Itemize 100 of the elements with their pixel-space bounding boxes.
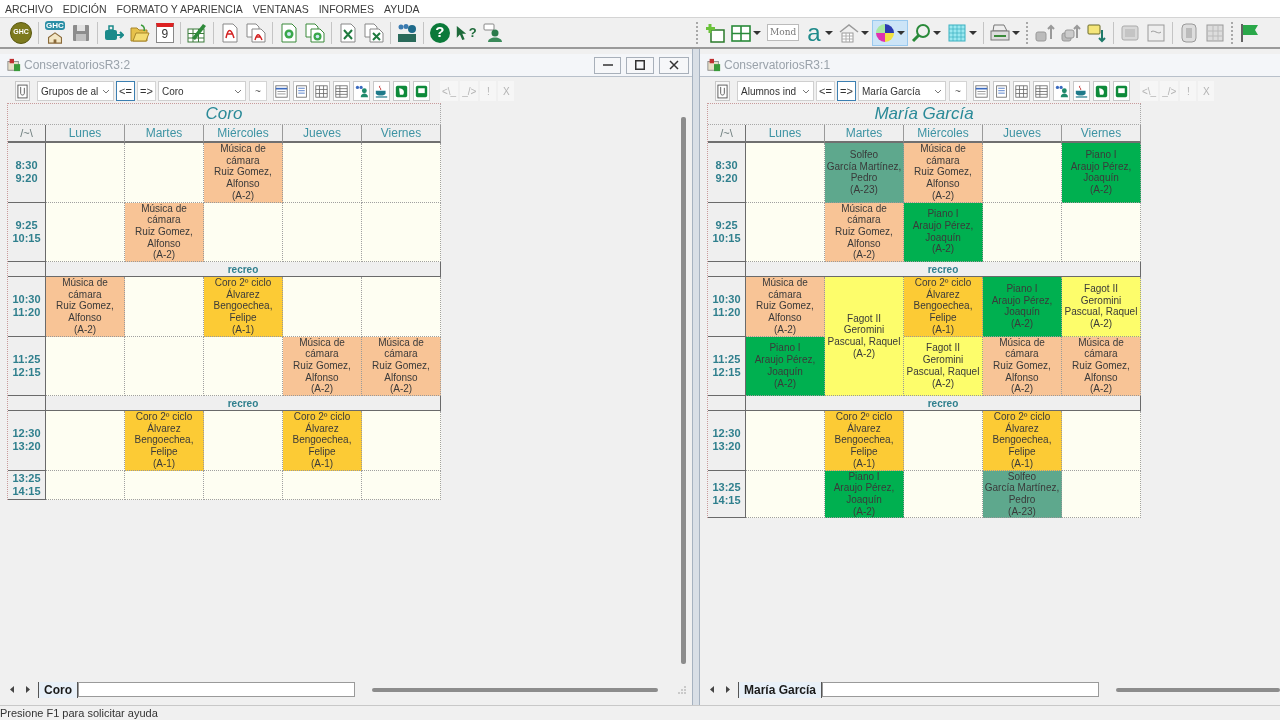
vertical-scrollbar-thumb[interactable] bbox=[681, 117, 686, 664]
caret-down-icon bbox=[896, 30, 905, 35]
people-button[interactable] bbox=[1053, 81, 1070, 101]
start-time: 11:25 bbox=[712, 352, 741, 366]
corner-label: /~\ bbox=[708, 125, 746, 143]
grid-columns-button[interactable] bbox=[313, 81, 330, 101]
menu-item[interactable]: EDICIÓN bbox=[57, 1, 112, 16]
screen-tile-icon bbox=[415, 84, 428, 98]
magnifier-icon bbox=[910, 22, 931, 43]
menu-item[interactable]: AYUDA bbox=[379, 1, 425, 16]
week-grid-button[interactable] bbox=[973, 81, 990, 101]
document-button[interactable] bbox=[15, 81, 30, 101]
end-time: 12:15 bbox=[12, 365, 41, 379]
subject-name: Música de cámara bbox=[140, 202, 188, 226]
sheet-tab[interactable]: María García bbox=[738, 681, 823, 698]
boxes-up-arrow-icon bbox=[1060, 22, 1081, 43]
minimize-button[interactable] bbox=[594, 56, 621, 74]
day-header: Jueves bbox=[983, 125, 1062, 143]
room-label: (A-2) bbox=[1010, 383, 1034, 396]
document-lines-icon bbox=[995, 84, 1008, 98]
nav-button[interactable]: <= bbox=[816, 81, 835, 101]
home-button[interactable]: GHC bbox=[42, 19, 68, 46]
start-time: 9:25 bbox=[15, 218, 38, 232]
menu-item[interactable]: VENTANAS bbox=[247, 1, 314, 16]
subject-name: Coro 2º ciclo bbox=[293, 411, 351, 423]
cup-button[interactable] bbox=[373, 81, 390, 101]
cup-icon bbox=[375, 84, 388, 98]
day-header: Miércoles bbox=[904, 125, 983, 143]
flag-icon bbox=[1239, 22, 1260, 43]
room-label: (A-1) bbox=[931, 323, 955, 336]
context-help-button[interactable]: ? bbox=[452, 19, 480, 46]
caret-down-icon bbox=[1011, 30, 1020, 35]
caret-down-icon bbox=[860, 30, 869, 35]
font-button[interactable]: a bbox=[802, 19, 836, 46]
document-button[interactable] bbox=[715, 81, 730, 101]
teacher-name: Araujo Pérez, Joaquín bbox=[911, 220, 975, 244]
framed-box-icon bbox=[1119, 22, 1140, 43]
subject-name: Música de cámara bbox=[61, 277, 109, 301]
item-select[interactable]: Coro bbox=[158, 81, 246, 101]
nav-button[interactable]: <= bbox=[116, 81, 135, 101]
box-up-arrow-icon bbox=[1034, 22, 1055, 43]
grid-columns-icon bbox=[1015, 84, 1028, 98]
subject-name: Música de cámara bbox=[1077, 336, 1125, 360]
subject-name: Música de cámara bbox=[377, 336, 425, 360]
colors-button[interactable] bbox=[871, 19, 908, 46]
teacher-name: Ruiz Gomez, Alfonso bbox=[992, 359, 1052, 384]
app-icon bbox=[7, 58, 21, 72]
view-select[interactable]: Alumnos ind bbox=[737, 81, 814, 101]
leaf-tile-button[interactable] bbox=[393, 81, 410, 101]
menu-item[interactable]: INFORMES bbox=[313, 1, 380, 16]
menu-item[interactable]: FORMATO Y APARIENCIA bbox=[111, 1, 248, 16]
teacher-name: Araujo Pérez, Joaquín bbox=[990, 294, 1054, 318]
document-lines-button[interactable] bbox=[293, 81, 310, 101]
subject-name: Piano I bbox=[848, 470, 880, 483]
teacher-name: Álvarez Bengoechea, Felipe bbox=[212, 288, 274, 324]
leaf-tile-button[interactable] bbox=[1093, 81, 1110, 101]
briefcase-arrow-icon bbox=[103, 22, 124, 43]
week-grid-button[interactable] bbox=[273, 81, 290, 101]
day-header: Jueves bbox=[283, 125, 362, 143]
pdf-documents-icon bbox=[245, 22, 266, 43]
view-select[interactable]: Grupos de al bbox=[37, 81, 114, 101]
room-label: (A-2) bbox=[1010, 318, 1034, 330]
screen-tile-button[interactable] bbox=[1113, 81, 1130, 101]
nav-button[interactable]: => bbox=[837, 81, 856, 101]
screen-tile-icon bbox=[1115, 84, 1128, 98]
table-columns-button[interactable] bbox=[333, 81, 350, 101]
sheet-tab[interactable]: Coro bbox=[38, 681, 78, 698]
status-text: Presione F1 para solicitar ayuda bbox=[0, 706, 158, 720]
close-button[interactable] bbox=[659, 56, 689, 74]
subject-name: Coro 2º ciclo bbox=[993, 411, 1051, 423]
table-columns-button[interactable] bbox=[1033, 81, 1050, 101]
subject-name: Fagot II bbox=[926, 342, 960, 355]
people-button[interactable] bbox=[353, 81, 370, 101]
room-label: (A-2) bbox=[852, 505, 876, 518]
item-select[interactable]: María García bbox=[858, 81, 946, 101]
horizontal-scrollbar-thumb[interactable] bbox=[1116, 687, 1280, 692]
document-lines-button[interactable] bbox=[993, 81, 1010, 101]
mode-button[interactable]: ~ bbox=[249, 81, 267, 101]
horizontal-scrollbar-thumb[interactable] bbox=[372, 687, 658, 692]
menu-item[interactable]: ARCHIVO bbox=[0, 1, 58, 16]
scroll-right-icon bbox=[726, 686, 730, 693]
start-time: 8:30 bbox=[15, 159, 38, 173]
room-label: (A-2) bbox=[931, 189, 955, 202]
break-label: recreo bbox=[46, 262, 441, 278]
globe-documents-icon bbox=[304, 22, 325, 43]
subject-name: Fagot II bbox=[847, 312, 881, 325]
day-header: Martes bbox=[825, 125, 904, 143]
end-time: 14:15 bbox=[712, 494, 741, 507]
cup-button[interactable] bbox=[1073, 81, 1090, 101]
break-label: recreo bbox=[746, 262, 1141, 278]
chevron-down-icon bbox=[802, 88, 810, 94]
maximize-button[interactable] bbox=[626, 56, 654, 74]
teacher-name: Araujo Pérez, Joaquín bbox=[1069, 160, 1133, 184]
grid-columns-button[interactable] bbox=[1013, 81, 1030, 101]
week-grid-icon bbox=[275, 84, 288, 98]
room-label: (A-1) bbox=[1010, 457, 1034, 470]
nav-button[interactable]: => bbox=[137, 81, 156, 101]
screen-tile-button[interactable] bbox=[413, 81, 430, 101]
globe-document-icon bbox=[278, 22, 299, 43]
mode-button[interactable]: ~ bbox=[949, 81, 967, 101]
